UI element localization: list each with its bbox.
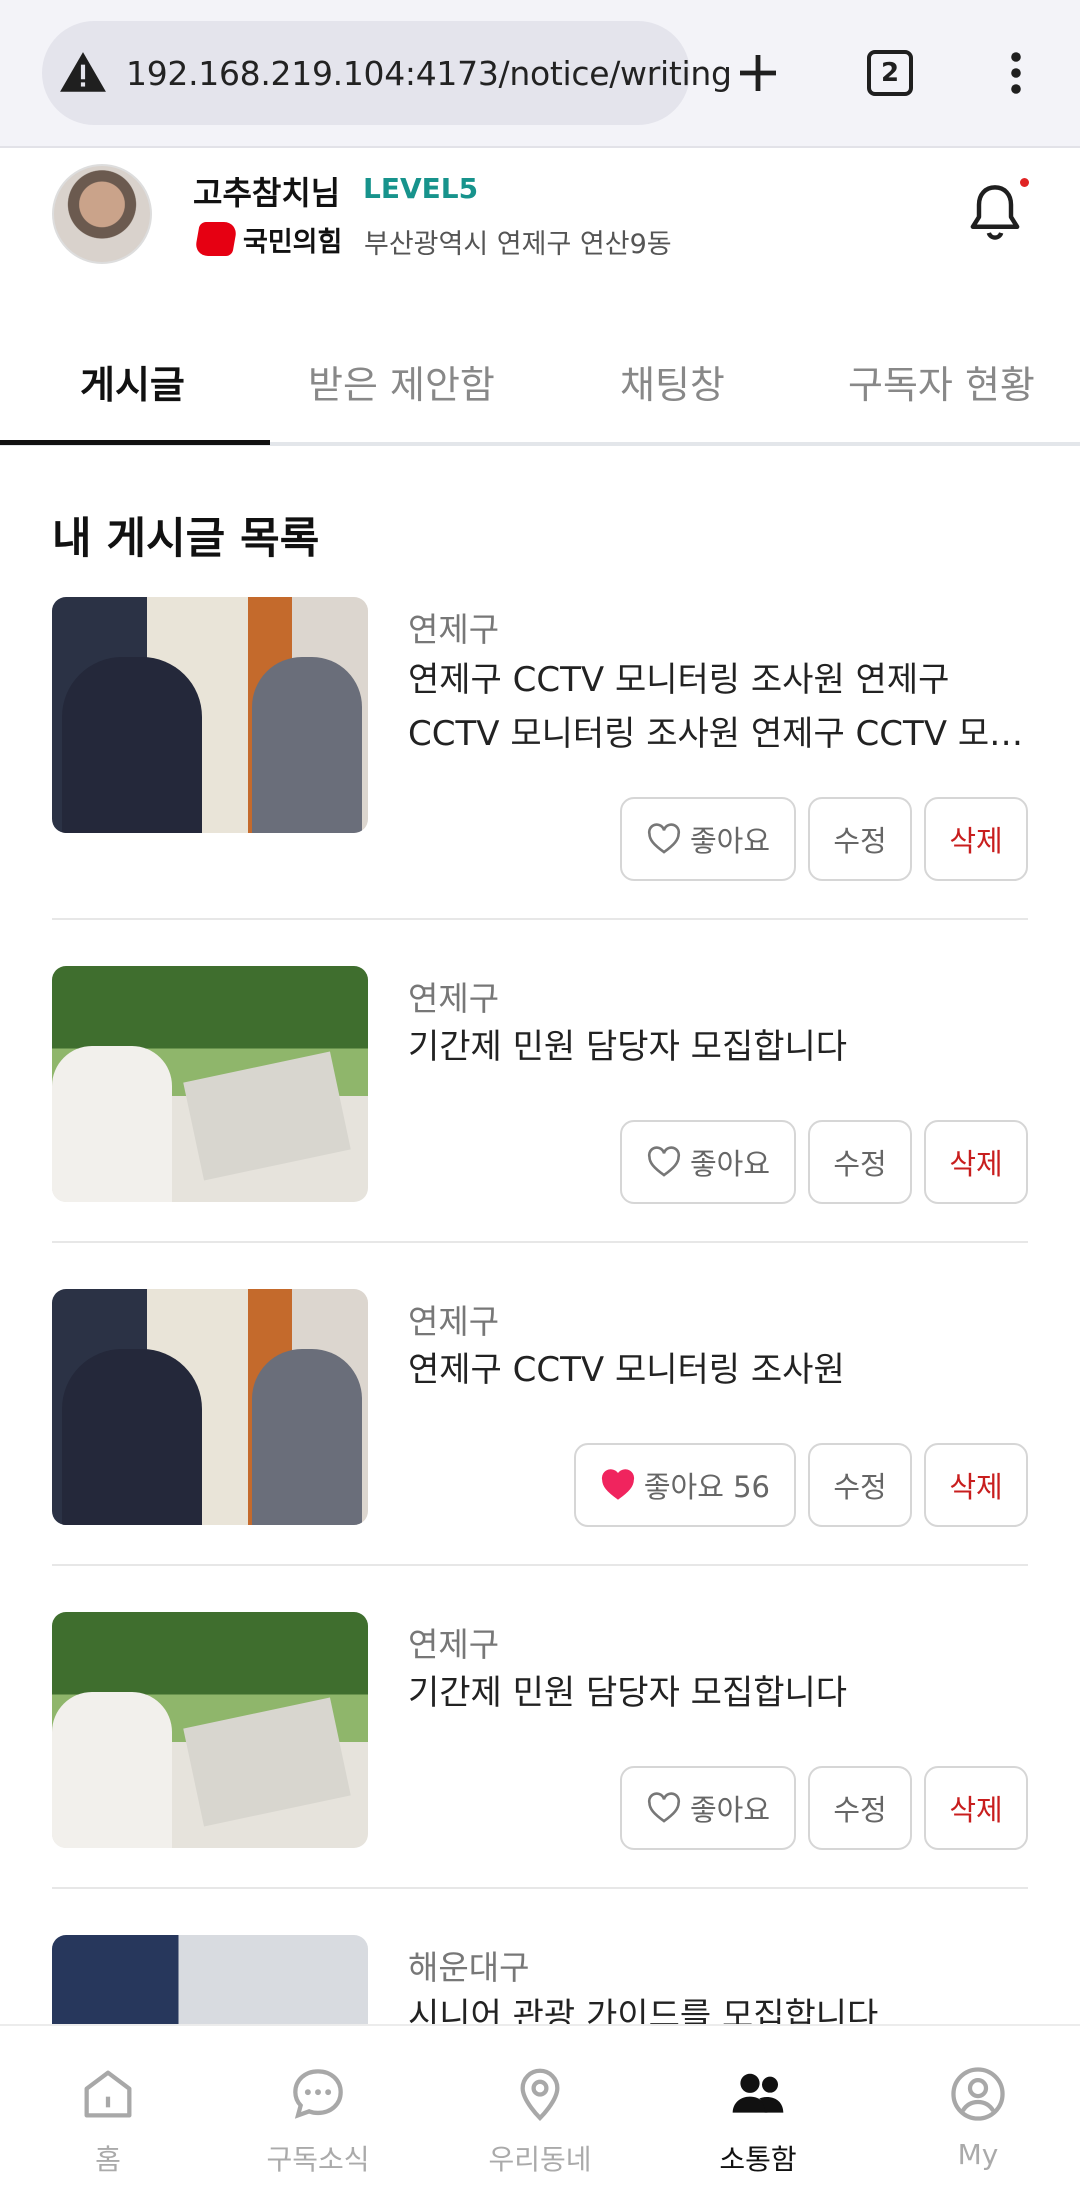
section-title: 내 게시글 목록	[52, 514, 320, 564]
edit-button[interactable]: 수정	[808, 1120, 912, 1204]
active-tab-indicator	[0, 440, 270, 445]
delete-button[interactable]: 삭제	[924, 1766, 1028, 1850]
profile-header: 고추참치님 LEVEL5 국민의힘 부산광역시 연제구 연산9동	[0, 150, 1080, 310]
post-district: 해운대구	[408, 1948, 530, 1987]
heart-filled-icon	[601, 1469, 634, 1500]
delete-button[interactable]: 삭제	[924, 1443, 1028, 1527]
post-title[interactable]: 연제구 CCTV 모니터링 조사원 연제구 CCTV 모니터링 조사원 연제구 …	[408, 653, 1028, 761]
nav-communication[interactable]: 소통함	[650, 2026, 866, 2210]
map-pin-icon	[520, 2068, 560, 2121]
post-title[interactable]: 시니어 관광 가이드를 모집합니다	[408, 1989, 1028, 2024]
nav-subscription-news[interactable]: 구독소식	[210, 2026, 426, 2210]
plus-icon	[740, 55, 776, 91]
nav-label: My	[957, 2138, 999, 2171]
browser-menu-button[interactable]	[980, 37, 1052, 109]
home-icon	[84, 2070, 132, 2118]
heart-outline-icon	[647, 823, 681, 854]
url-text[interactable]: 192.168.219.104:4173/notice/writing	[126, 54, 732, 93]
post-thumbnail[interactable]	[52, 597, 368, 833]
post-item[interactable]: 연제구 연제구 CCTV 모니터링 조사원 좋아요 56 수정 삭제	[52, 1243, 1028, 1566]
nickname: 고추참치님	[193, 174, 341, 212]
bottom-navigation: 홈 구독소식 우리동네 소통함 My	[0, 2024, 1080, 2210]
like-label: 좋아요	[689, 1793, 770, 1827]
post-item[interactable]: 연제구 연제구 CCTV 모니터링 조사원 연제구 CCTV 모니터링 조사원 …	[52, 597, 1028, 920]
tab-chat[interactable]: 채팅창	[620, 354, 725, 409]
bell-icon[interactable]	[965, 180, 1025, 244]
post-thumbnail[interactable]	[52, 1289, 368, 1525]
post-title[interactable]: 연제구 CCTV 모니터링 조사원	[408, 1343, 1028, 1397]
edit-button[interactable]: 수정	[808, 797, 912, 881]
tab-received-proposals[interactable]: 받은 제안함	[308, 354, 495, 409]
new-tab-button[interactable]	[722, 37, 794, 109]
nav-label: 홈	[95, 2143, 121, 2176]
party-logo-icon	[194, 222, 238, 256]
like-button[interactable]: 좋아요	[619, 1120, 796, 1204]
post-district: 연제구	[408, 1302, 500, 1341]
post-thumbnail[interactable]	[52, 966, 368, 1202]
heart-outline-icon	[647, 1146, 681, 1177]
notification-dot	[1020, 178, 1029, 187]
post-title[interactable]: 기간제 민원 담당자 모집합니다	[408, 1020, 1028, 1074]
delete-button[interactable]: 삭제	[924, 1120, 1028, 1204]
edit-button[interactable]: 수정	[808, 1766, 912, 1850]
tab-bar: 게시글 받은 제안함 채팅창 구독자 현황	[0, 310, 1080, 446]
edit-button[interactable]: 수정	[808, 1443, 912, 1527]
chat-bubble-icon	[293, 2069, 343, 2119]
like-button[interactable]: 좋아요	[619, 797, 796, 881]
warning-icon[interactable]	[58, 48, 108, 98]
tab-subscribers[interactable]: 구독자 현황	[848, 354, 1035, 409]
post-item[interactable]: 연제구 기간제 민원 담당자 모집합니다 좋아요 수정 삭제	[52, 920, 1028, 1243]
browser-toolbar: 192.168.219.104:4173/notice/writing 2	[0, 0, 1080, 148]
post-title[interactable]: 기간제 민원 담당자 모집합니다	[408, 1666, 1028, 1720]
level-badge: LEVEL5	[363, 172, 479, 205]
post-item[interactable]: 연제구 기간제 민원 담당자 모집합니다 좋아요 수정 삭제	[52, 1566, 1028, 1889]
more-vert-icon	[1011, 52, 1021, 94]
like-label: 좋아요	[689, 1147, 770, 1181]
post-thumbnail[interactable]	[52, 1935, 368, 2024]
like-label: 좋아요 56	[643, 1470, 770, 1504]
nav-label: 우리동네	[488, 2143, 592, 2176]
avatar[interactable]	[52, 164, 152, 264]
post-district: 연제구	[408, 979, 500, 1018]
tab-switcher-button[interactable]: 2	[854, 37, 926, 109]
nav-neighborhood[interactable]: 우리동네	[432, 2026, 648, 2210]
post-district: 연제구	[408, 1625, 500, 1664]
people-icon	[732, 2073, 784, 2113]
like-button[interactable]: 좋아요	[619, 1766, 796, 1850]
party-name: 국민의힘	[243, 227, 343, 258]
address-bar[interactable]: 192.168.219.104:4173/notice/writing	[42, 21, 732, 125]
heart-outline-icon	[647, 1792, 681, 1823]
user-circle-icon	[951, 2067, 1005, 2121]
nav-label: 소통함	[719, 2143, 797, 2176]
region-text: 부산광역시 연제구 연산9동	[364, 229, 672, 260]
post-district: 연제구	[408, 610, 500, 649]
delete-button[interactable]: 삭제	[924, 797, 1028, 881]
tab-count: 2	[867, 50, 913, 96]
nav-label: 구독소식	[266, 2143, 370, 2176]
post-item[interactable]: 해운대구 시니어 관광 가이드를 모집합니다	[52, 1889, 1028, 2024]
tab-posts[interactable]: 게시글	[80, 354, 185, 409]
like-label: 좋아요	[689, 824, 770, 858]
nav-my[interactable]: My	[870, 2026, 1080, 2210]
like-button[interactable]: 좋아요 56	[573, 1443, 796, 1527]
nav-home[interactable]: 홈	[0, 2026, 216, 2210]
post-thumbnail[interactable]	[52, 1612, 368, 1848]
